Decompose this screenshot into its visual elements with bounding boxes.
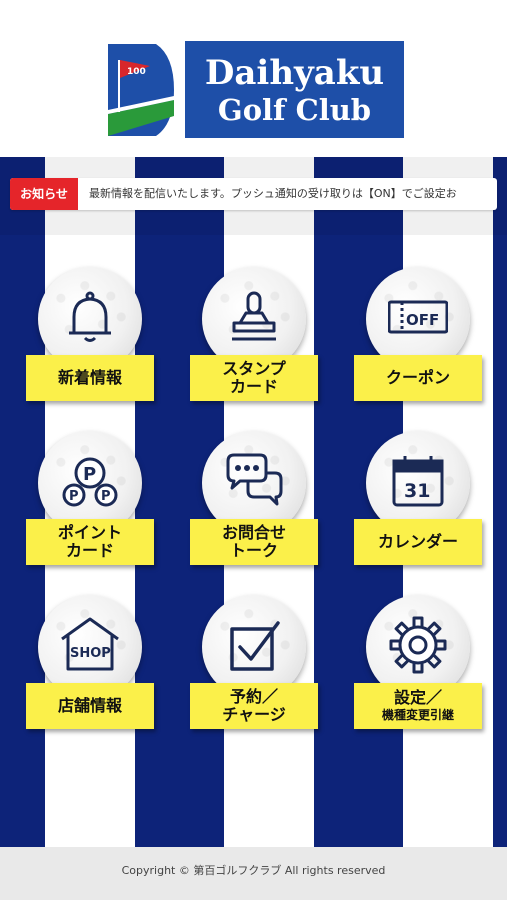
menu-label: カレンダー [354, 519, 482, 565]
stamp-icon [232, 291, 276, 341]
menu-label-line1: クーポン [385, 368, 450, 387]
menu-shop-info-button[interactable]: SHOP 店舗情報 [26, 595, 156, 735]
app-screen: 100 Daihyaku Golf Club お知らせ 最新情報を配信いたします… [0, 0, 507, 900]
menu-label-line1: ポイント [57, 523, 122, 542]
menu-label-line2: トーク [229, 541, 278, 560]
svg-text:P: P [83, 464, 96, 485]
notice-bar[interactable]: お知らせ 最新情報を配信いたします。プッシュ通知の受け取りは【ON】でご設定お [10, 178, 497, 210]
club-logo-icon: 100 [108, 44, 174, 136]
menu-settings-button[interactable]: 設定／ 機種変更引継 [354, 595, 484, 735]
points-coins-icon: P P P [62, 457, 118, 507]
logo-line1: Daihyaku [204, 53, 385, 93]
menu-stamp-card-button[interactable]: スタンプ カード [190, 267, 320, 407]
menu-label-line2: チャージ [222, 705, 286, 724]
menu-label: ポイント カード [26, 519, 154, 565]
svg-text:OFF: OFF [406, 311, 439, 329]
menu-label: 設定／ 機種変更引継 [354, 683, 482, 729]
menu-label: 店舗情報 [26, 683, 154, 729]
gear-icon [389, 616, 447, 674]
coupon-ticket-icon: OFF [388, 300, 448, 334]
svg-text:31: 31 [404, 480, 430, 502]
menu-label: 新着情報 [26, 355, 154, 401]
checkbox-icon [230, 621, 280, 671]
svg-text:P: P [69, 489, 79, 504]
menu-inquiry-talk-button[interactable]: お問合せ トーク [190, 431, 320, 571]
bell-icon [69, 291, 111, 342]
menu-point-card-button[interactable]: P P P ポイント カード [26, 431, 156, 571]
menu-label: スタンプ カード [190, 355, 318, 401]
notice-ticker-text: 最新情報を配信いたします。プッシュ通知の受け取りは【ON】でご設定お [89, 187, 457, 200]
menu-label-line1: お問合せ [221, 523, 286, 542]
menu-label: お問合せ トーク [190, 519, 318, 565]
calendar-icon: 31 [392, 456, 444, 507]
menu-label-line2: カード [229, 377, 278, 396]
shop-house-icon: SHOP [61, 617, 119, 671]
chat-bubbles-icon [226, 453, 283, 506]
notice-badge: お知らせ [10, 178, 78, 210]
menu-coupon-button[interactable]: OFF クーポン [354, 267, 484, 407]
svg-text:P: P [101, 489, 111, 504]
menu-label-line1: 新着情報 [57, 368, 122, 387]
menu-label: クーポン [354, 355, 482, 401]
svg-text:SHOP: SHOP [70, 646, 111, 661]
menu-label-line1: 予約／ [229, 687, 278, 706]
menu-label-line2: 機種変更引継 [381, 708, 454, 722]
menu-label-line1: カレンダー [377, 532, 458, 551]
svg-text:100: 100 [127, 67, 146, 77]
menu-label-line1: スタンプ [222, 359, 286, 378]
menu-label-line2: カード [65, 541, 114, 560]
menu-label: 予約／ チャージ [190, 683, 318, 729]
header: 100 Daihyaku Golf Club [0, 0, 507, 157]
club-logo-wordmark: Daihyaku Golf Club [185, 41, 404, 138]
menu-label-line1: 店舗情報 [57, 696, 122, 715]
footer: Copyright © 第百ゴルフクラブ All rights reserved [0, 847, 507, 900]
copyright-text: Copyright © 第百ゴルフクラブ All rights reserved [121, 864, 386, 877]
menu-news-button[interactable]: 新着情報 [26, 267, 156, 407]
menu-calendar-button[interactable]: 31 カレンダー [354, 431, 484, 571]
logo-line2: Golf Club [217, 93, 372, 127]
menu-label-line1: 設定／ [393, 688, 442, 707]
menu-reservation-charge-button[interactable]: 予約／ チャージ [190, 595, 320, 735]
